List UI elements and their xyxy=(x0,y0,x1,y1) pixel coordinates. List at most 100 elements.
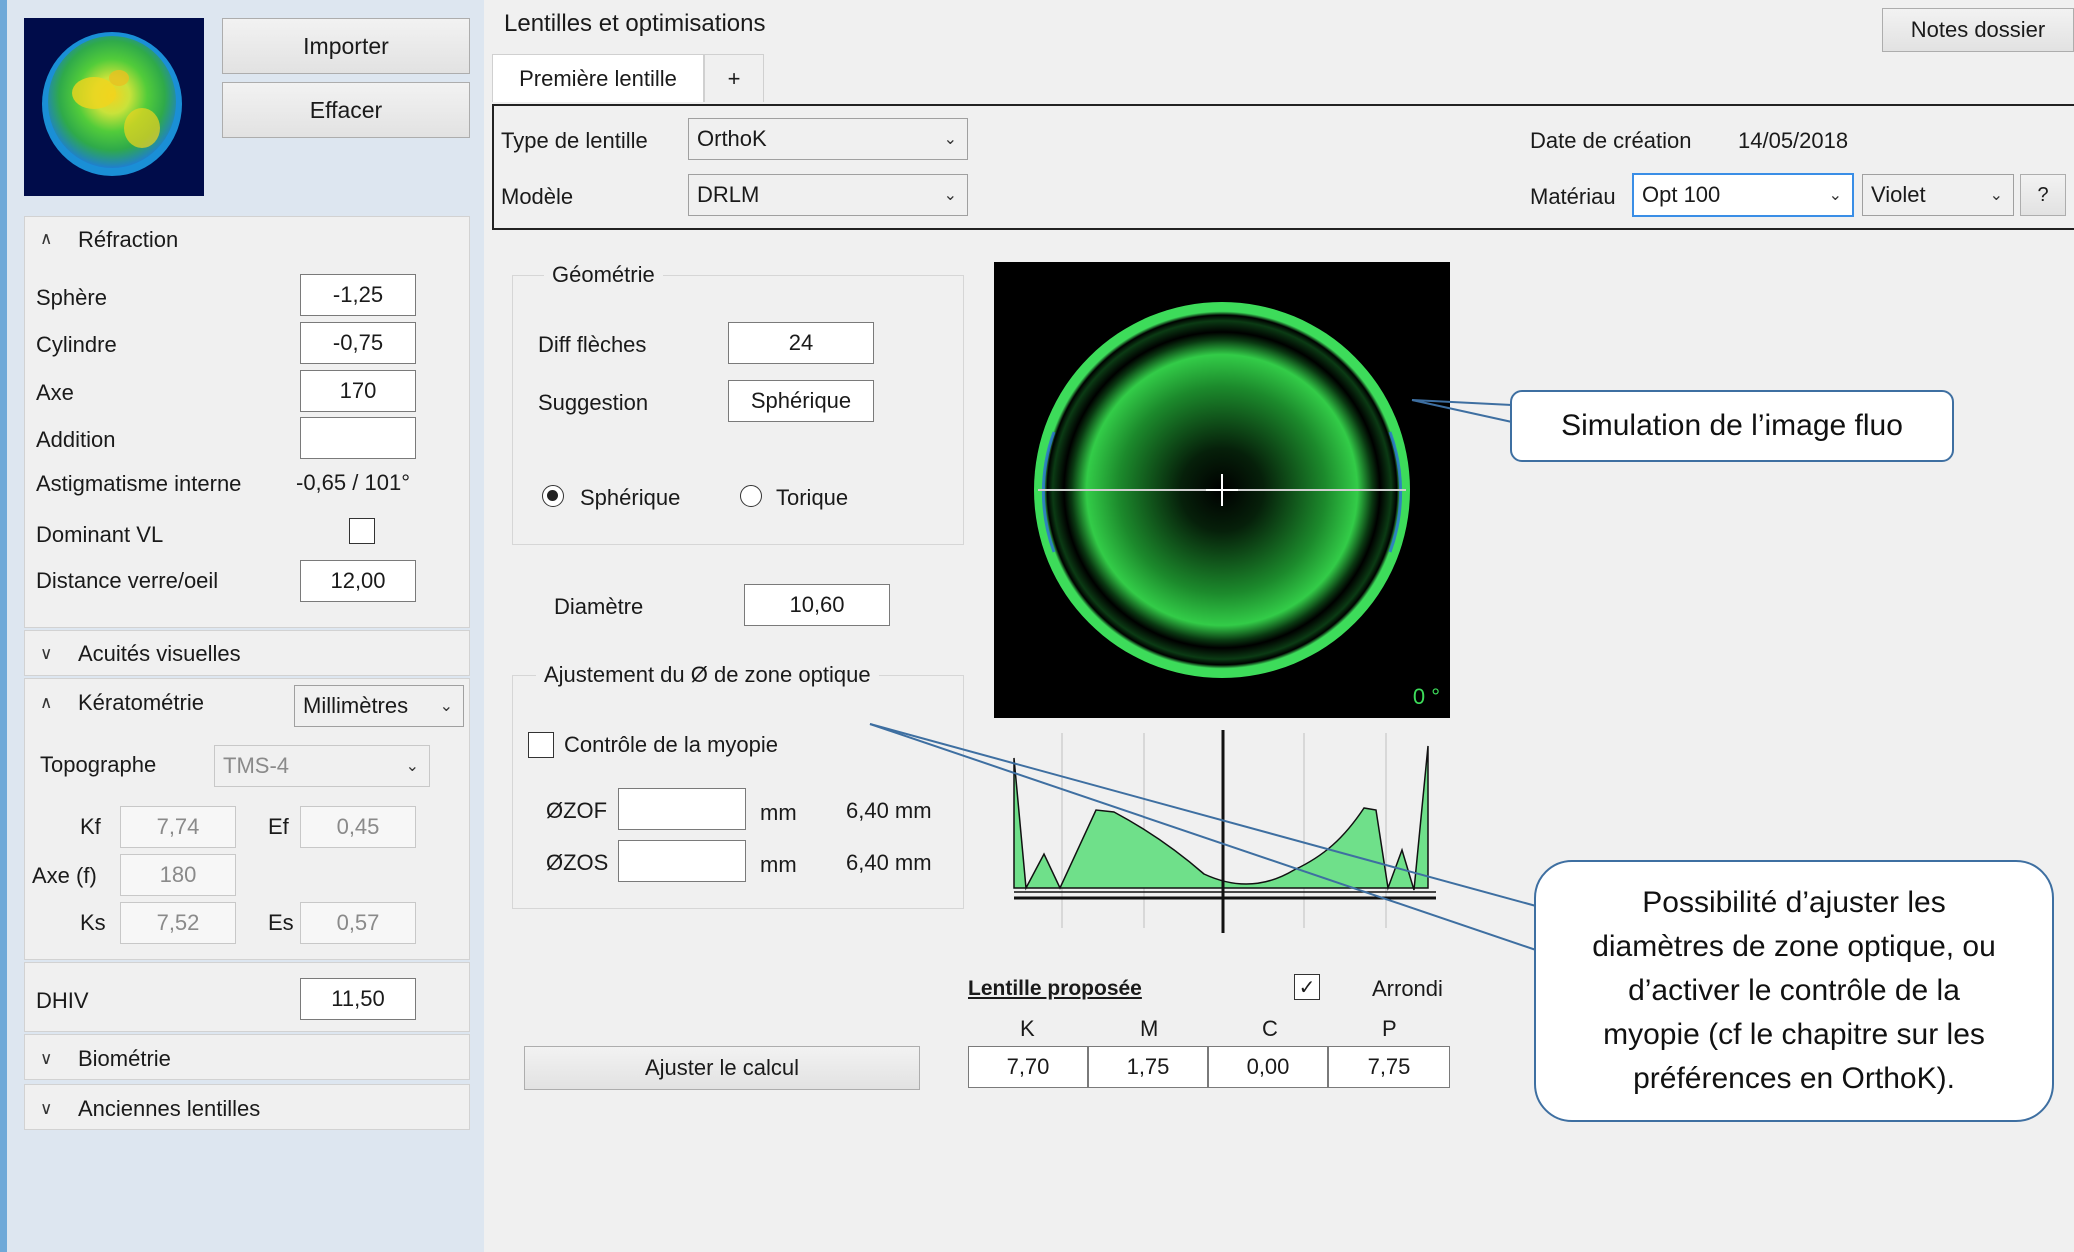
axis-input[interactable]: 170 xyxy=(300,370,416,412)
simulation-angle: 0 ° xyxy=(1412,684,1440,709)
diameter-label: Diamètre xyxy=(554,594,644,619)
kf-input[interactable]: 7,74 xyxy=(120,806,236,848)
zof-unit: mm xyxy=(760,800,797,825)
eye-distance-label: Distance verre/oeil xyxy=(36,568,219,593)
addition-input[interactable] xyxy=(300,417,416,459)
creation-date-value: 14/05/2018 xyxy=(1738,128,1849,153)
zof-label: ØZOF xyxy=(546,798,608,823)
optical-zone-title: Ajustement du Ø de zone optique xyxy=(536,664,879,686)
tab-add[interactable]: + xyxy=(704,54,764,102)
fluo-callout-text: Simulation de l’image fluo xyxy=(1561,409,1903,442)
es-input[interactable]: 0,57 xyxy=(300,902,416,944)
ef-label: Ef xyxy=(268,814,289,839)
color-select[interactable]: Violet ⌄ xyxy=(1862,174,2014,216)
addition-label: Addition xyxy=(36,427,116,452)
spherical-label[interactable]: Sphérique xyxy=(580,487,680,509)
zos-input[interactable] xyxy=(618,840,746,882)
zos-unit: mm xyxy=(760,852,797,877)
material-value: Opt 100 xyxy=(1642,182,1721,207)
fluo-simulation: 0 ° xyxy=(994,262,1450,718)
ks-input[interactable]: 7,52 xyxy=(120,902,236,944)
collapse-chevron-up-icon[interactable]: ∧ xyxy=(40,230,52,247)
kf-label: Kf xyxy=(80,814,101,839)
toric-radio[interactable] xyxy=(740,485,762,507)
chevron-down-icon: ⌄ xyxy=(943,131,957,148)
expand-chevron-down-icon[interactable]: ∨ xyxy=(40,645,52,662)
creation-date-label: Date de création xyxy=(1530,128,1692,153)
topography-thumbnail[interactable] xyxy=(24,18,204,196)
dhiv-input[interactable]: 11,50 xyxy=(300,978,416,1020)
rounding-checkbox[interactable]: ✓ xyxy=(1294,974,1320,1000)
topographer-label: Topographe xyxy=(40,752,157,777)
proposed-k-value[interactable]: 7,70 xyxy=(968,1046,1088,1088)
zof-input[interactable] xyxy=(618,788,746,830)
model-select[interactable]: DRLM ⌄ xyxy=(688,174,968,216)
sphere-input[interactable]: -1,25 xyxy=(300,274,416,316)
clear-button[interactable]: Effacer xyxy=(222,82,470,138)
acuities-title[interactable]: Acuités visuelles xyxy=(78,643,241,665)
profile-graph xyxy=(1004,728,1444,938)
callout-line-3: d’activer le contrôle de la xyxy=(1628,974,1960,1007)
import-button[interactable]: Importer xyxy=(222,18,470,74)
toric-label[interactable]: Torique xyxy=(776,487,848,509)
refraction-title[interactable]: Réfraction xyxy=(78,229,178,251)
axis-label: Axe xyxy=(36,380,74,405)
internal-astigmatism-value: -0,65 / 101° xyxy=(296,470,410,495)
callout-line-5: préférences en OrthoK). xyxy=(1633,1062,1955,1095)
eye-distance-input[interactable]: 12,00 xyxy=(300,560,416,602)
rounding-label: Arrondi xyxy=(1372,976,1443,1001)
expand-chevron-down-icon[interactable]: ∨ xyxy=(40,1100,52,1117)
tab-first-lens[interactable]: Première lentille xyxy=(492,54,704,102)
proposed-lens-title: Lentille proposée xyxy=(968,977,1142,1000)
adjust-calculation-button[interactable]: Ajuster le calcul xyxy=(524,1046,920,1090)
zos-info: 6,40 mm xyxy=(846,850,932,875)
model-label: Modèle xyxy=(501,184,574,209)
chevron-down-icon: ⌄ xyxy=(1828,187,1842,204)
material-select[interactable]: Opt 100 ⌄ xyxy=(1632,173,1854,217)
tab-label: Première lentille xyxy=(519,65,677,91)
check-icon: ✓ xyxy=(1298,976,1316,999)
collapse-chevron-up-icon[interactable]: ∧ xyxy=(40,694,52,711)
diameter-input[interactable]: 10,60 xyxy=(744,584,890,626)
topographer-select[interactable]: TMS-4 ⌄ xyxy=(214,745,430,787)
col-header-p: P xyxy=(1382,1016,1397,1041)
notes-button[interactable]: Notes dossier xyxy=(1882,8,2074,52)
spherical-radio[interactable] xyxy=(542,485,564,507)
topography-map xyxy=(42,32,182,176)
axe-f-input[interactable]: 180 xyxy=(120,854,236,896)
old-lenses-title[interactable]: Anciennes lentilles xyxy=(78,1098,260,1120)
suggestion-input: Sphérique xyxy=(728,380,874,422)
fluo-simulation-image xyxy=(1034,302,1410,678)
keratometry-unit-select[interactable]: Millimètres ⌄ xyxy=(294,685,464,727)
lens-type-label: Type de lentille xyxy=(501,128,648,153)
dominant-checkbox[interactable] xyxy=(349,518,375,544)
expand-chevron-down-icon[interactable]: ∨ xyxy=(40,1050,52,1067)
cylinder-input[interactable]: -0,75 xyxy=(300,322,416,364)
model-value: DRLM xyxy=(697,182,760,207)
diff-arrows-input[interactable]: 24 xyxy=(728,322,874,364)
biometry-title[interactable]: Biométrie xyxy=(78,1048,171,1070)
keratometry-title[interactable]: Kératométrie xyxy=(78,692,204,714)
profile-graph-svg xyxy=(1013,730,1436,933)
myopia-control-label[interactable]: Contrôle de la myopie xyxy=(564,734,778,756)
left-accent-strip xyxy=(0,0,7,1252)
proposed-p-value[interactable]: 7,75 xyxy=(1328,1046,1450,1088)
chevron-down-icon: ⌄ xyxy=(943,187,957,204)
page-title: Lentilles et optimisations xyxy=(504,10,766,37)
help-button[interactable]: ? xyxy=(2020,174,2066,216)
callout-line-1: Possibilité d’ajuster les xyxy=(1642,886,1946,919)
proposed-c-value[interactable]: 0,00 xyxy=(1208,1046,1328,1088)
zos-label: ØZOS xyxy=(546,850,609,875)
myopia-control-checkbox[interactable] xyxy=(528,732,554,758)
geometry-title: Géométrie xyxy=(544,264,663,286)
axe-f-label: Axe (f) xyxy=(32,863,97,888)
zof-info: 6,40 mm xyxy=(846,798,932,823)
color-value: Violet xyxy=(1871,182,1926,207)
lens-type-select[interactable]: OrthoK ⌄ xyxy=(688,118,968,160)
suggestion-label: Suggestion xyxy=(538,390,649,415)
optical-zone-callout: Possibilité d’ajuster les diamètres de z… xyxy=(1534,860,2054,1122)
proposed-m-value[interactable]: 1,75 xyxy=(1088,1046,1208,1088)
diff-arrows-label: Diff flèches xyxy=(538,332,647,357)
ef-input[interactable]: 0,45 xyxy=(300,806,416,848)
sphere-label: Sphère xyxy=(36,285,107,310)
